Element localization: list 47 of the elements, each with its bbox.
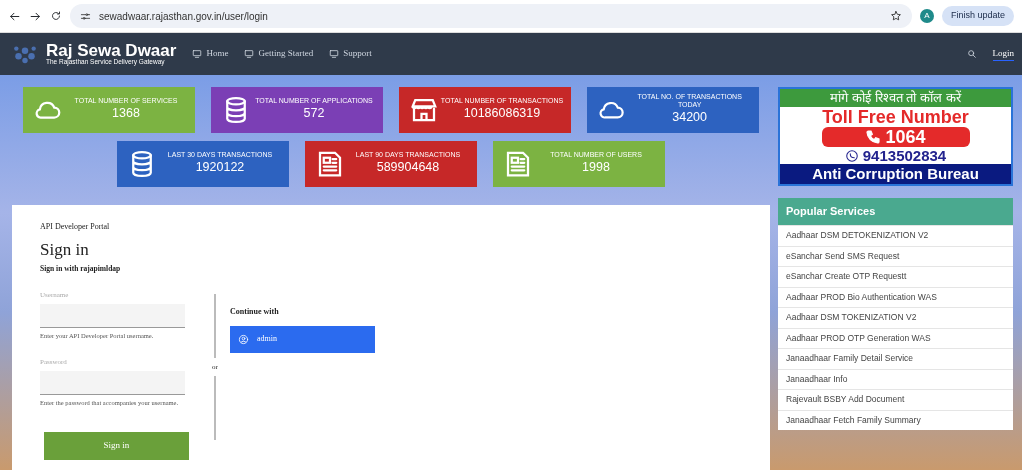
username-input[interactable]	[40, 304, 185, 329]
star-icon[interactable]	[889, 10, 902, 22]
search-icon[interactable]	[966, 49, 977, 59]
portal-title: API Developer Portal	[40, 221, 111, 233]
stat-value: 34200	[671, 109, 709, 127]
toll-free-text: Toll Free Number	[821, 107, 970, 127]
reload-icon[interactable]	[50, 10, 62, 22]
phone-icon	[865, 129, 882, 145]
service-link[interactable]: Janaadhaar Info	[778, 368, 1013, 389]
monitor-icon	[329, 49, 340, 59]
service-link[interactable]: eSanchar Create OTP Requestt	[778, 266, 1013, 287]
service-link[interactable]: Aadhaar DSM DETOKENIZATION V2	[778, 225, 1013, 246]
banner-hindi-text: मांगे कोई रिश्वत तो कॉल करें	[780, 89, 1011, 107]
service-link[interactable]: Janaadhaar Fetch Family Summary	[778, 409, 1013, 430]
service-link[interactable]: Rajevault BSBY Add Document	[778, 389, 1013, 410]
brand-name: Raj Sewa Dwaar	[46, 42, 177, 60]
service-link[interactable]: Aadhaar PROD OTP Generation WAS	[778, 327, 1013, 348]
continue-label: Continue with	[230, 305, 280, 318]
user-circle-icon	[238, 333, 249, 345]
nav-link[interactable]: Support	[329, 47, 372, 61]
stat-value: 1920122	[194, 159, 246, 177]
helpline-number: 1064	[821, 127, 970, 147]
page-heading: Sign in	[40, 239, 90, 261]
monitor-icon	[244, 49, 255, 59]
stat-value: 572	[302, 105, 326, 123]
stat-value: 10186086319	[462, 105, 542, 123]
nav-link[interactable]: Getting Started	[244, 47, 314, 61]
stat-value: 1998	[581, 159, 611, 177]
login-link[interactable]: Login	[992, 46, 1014, 62]
password-input[interactable]	[40, 371, 185, 396]
monitor-icon	[192, 49, 203, 59]
address-bar[interactable]: sewadwaar.rajasthan.gov.in/user/login	[70, 4, 912, 28]
bureau-name: Anti Corruption Bureau	[780, 164, 1011, 184]
service-link[interactable]: Janaadhaar Family Detail Service	[778, 348, 1013, 369]
whatsapp-number: 9413502834	[780, 147, 1011, 164]
nav-link[interactable]: Home	[192, 47, 229, 61]
service-link[interactable]: Aadhaar DSM TOKENIZATION V2	[778, 307, 1013, 328]
service-link[interactable]: eSanchar Send SMS Request	[778, 245, 1013, 266]
login-provider-button[interactable]: admin	[230, 325, 375, 353]
update-button[interactable]: Finish update	[941, 6, 1014, 26]
card-header: Popular Services	[778, 198, 1013, 225]
service-link[interactable]: Aadhaar PROD Bio Authentication WAS	[778, 286, 1013, 307]
profile-avatar[interactable]: A	[919, 9, 934, 23]
stat-value: 1368	[111, 105, 141, 123]
chat-phone-icon	[844, 148, 859, 163]
site-settings-icon	[80, 10, 91, 22]
stat-value: 589904648	[375, 159, 441, 177]
